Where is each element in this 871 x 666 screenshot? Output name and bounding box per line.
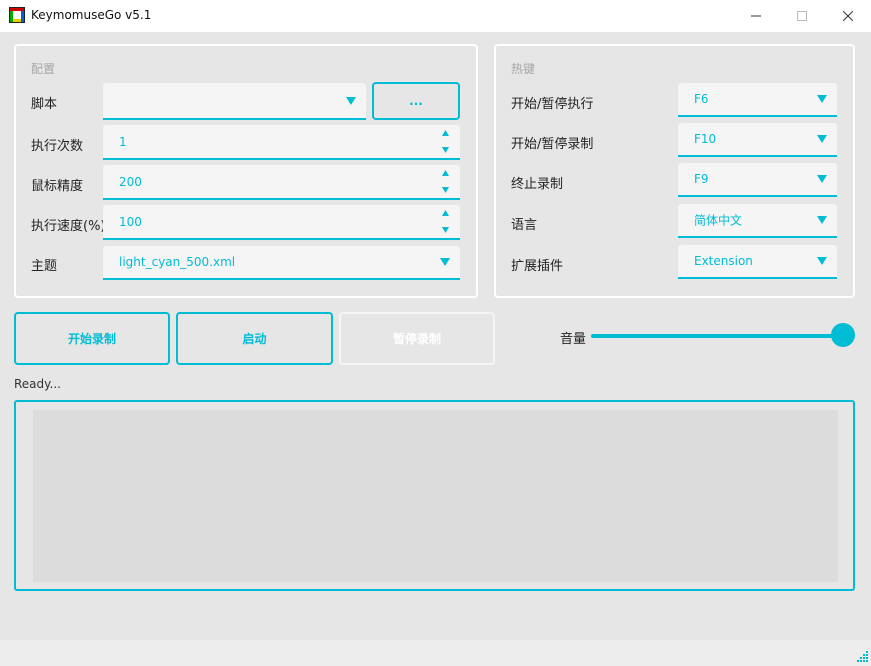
theme-select-value: light_cyan_500.xml: [119, 255, 236, 269]
browse-script-button[interactable]: ...: [372, 82, 460, 120]
log-panel[interactable]: [14, 400, 855, 591]
spin-down-icon[interactable]: [442, 227, 449, 233]
launch-button[interactable]: 启动: [176, 312, 333, 365]
language-select-value: 简体中文: [694, 213, 743, 228]
title-bar: KeymomuseGo v5.1: [0, 0, 871, 32]
mouse-precision-spinbox[interactable]: 200: [103, 165, 460, 200]
run-times-spinbox[interactable]: 1: [103, 125, 460, 160]
volume-slider-track[interactable]: [591, 334, 843, 338]
stop-record-hotkey-value: F9: [694, 172, 709, 186]
run-times-label: 执行次数: [31, 139, 84, 154]
run-speed-value: 100: [119, 214, 142, 229]
volume-label: 音量: [560, 332, 587, 347]
maximize-icon: [797, 11, 807, 21]
language-label: 语言: [511, 218, 538, 233]
theme-label: 主题: [31, 259, 58, 274]
status-bar: [0, 640, 871, 666]
window-title: KeymomuseGo v5.1: [31, 8, 152, 22]
dropdown-arrow-icon: [346, 96, 356, 105]
volume-slider-thumb[interactable]: [831, 323, 855, 347]
dropdown-arrow-icon: [817, 216, 827, 224]
dropdown-arrow-icon: [817, 135, 827, 143]
script-label: 脚本: [31, 97, 58, 112]
stop-record-hotkey-select[interactable]: F9: [678, 163, 837, 197]
spin-up-icon[interactable]: [442, 170, 449, 176]
start-record-button[interactable]: 开始录制: [14, 312, 170, 365]
plugin-select-value: Extension: [694, 254, 753, 268]
start-pause-record-label: 开始/暂停录制: [511, 137, 594, 152]
mouse-precision-label: 鼠标精度: [31, 179, 84, 194]
mouse-precision-value: 200: [119, 174, 142, 189]
plugin-label: 扩展插件: [511, 259, 564, 274]
close-icon: [843, 11, 853, 21]
hotkeys-group-title: 热键: [511, 62, 536, 76]
pause-record-button[interactable]: 暂停录制: [339, 312, 495, 365]
maximize-button[interactable]: [779, 0, 825, 32]
start-pause-run-label: 开始/暂停执行: [511, 97, 594, 112]
minimize-icon: [751, 15, 761, 17]
dropdown-arrow-icon: [817, 95, 827, 103]
start-pause-run-hotkey-select[interactable]: F6: [678, 83, 837, 117]
dropdown-arrow-icon: [817, 175, 827, 183]
spin-up-icon[interactable]: [442, 130, 449, 136]
spin-down-icon[interactable]: [442, 187, 449, 193]
spin-up-icon[interactable]: [442, 210, 449, 216]
run-speed-label: 执行速度(%): [31, 219, 106, 234]
run-times-value: 1: [119, 134, 127, 149]
minimize-button[interactable]: [733, 0, 779, 32]
dropdown-arrow-icon: [817, 257, 827, 265]
script-select[interactable]: [103, 83, 366, 120]
dropdown-arrow-icon: [440, 258, 450, 266]
plugin-select[interactable]: Extension: [678, 245, 837, 279]
status-text: Ready...: [14, 377, 61, 391]
start-pause-record-hotkey-select[interactable]: F10: [678, 123, 837, 157]
language-select[interactable]: 简体中文: [678, 204, 837, 238]
start-pause-record-hotkey-value: F10: [694, 132, 717, 146]
start-pause-run-hotkey-value: F6: [694, 92, 709, 106]
run-speed-spinbox[interactable]: 100: [103, 205, 460, 240]
log-text-area[interactable]: [33, 410, 838, 582]
resize-grip-icon[interactable]: [855, 650, 869, 664]
app-icon: [9, 7, 25, 23]
spin-down-icon[interactable]: [442, 147, 449, 153]
stop-record-label: 终止录制: [511, 177, 564, 192]
close-button[interactable]: [825, 0, 871, 32]
config-group-title: 配置: [31, 62, 56, 76]
theme-select[interactable]: light_cyan_500.xml: [103, 246, 460, 280]
